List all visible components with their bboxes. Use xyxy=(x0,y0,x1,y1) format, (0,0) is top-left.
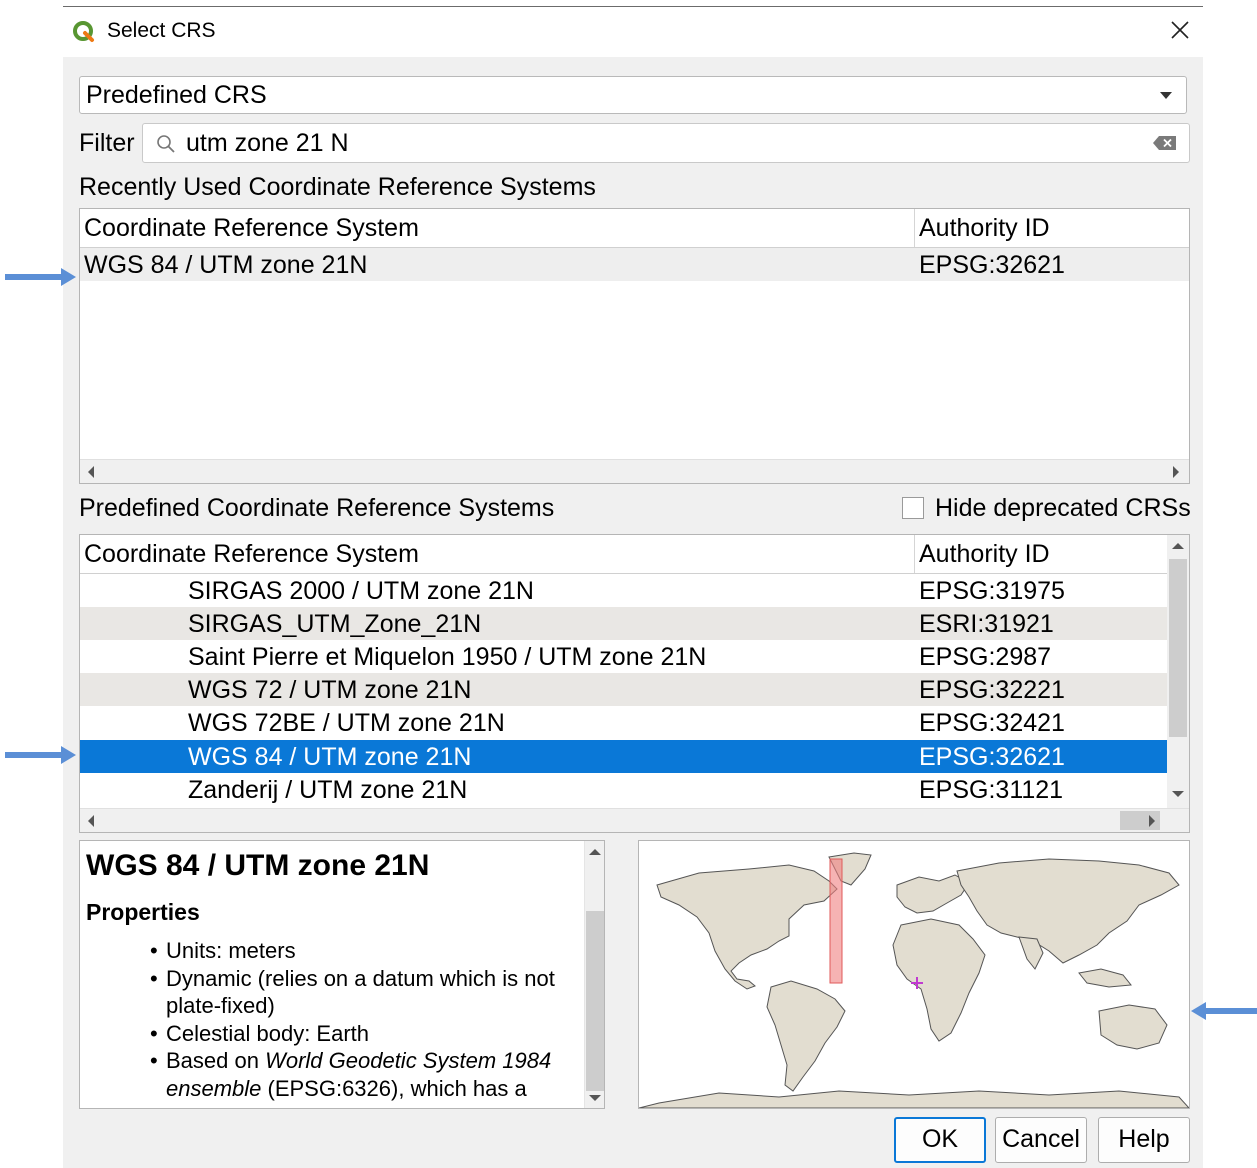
details-title: WGS 84 / UTM zone 21N xyxy=(86,849,430,882)
crs-extent-map xyxy=(638,840,1190,1109)
recent-crs-label: Recently Used Coordinate Reference Syste… xyxy=(79,173,596,201)
list-item: Dynamic (relies on a datum which is not … xyxy=(150,965,590,1020)
annotation-arrow xyxy=(5,268,76,286)
cancel-button[interactable]: Cancel xyxy=(995,1117,1087,1163)
column-divider xyxy=(914,535,915,573)
table-row[interactable]: Zanderij / UTM zone 21N EPSG:31121 xyxy=(80,773,1167,806)
australia-shape xyxy=(1098,1004,1168,1050)
select-crs-dialog: Select CRS Predefined CRS Filter utm zon… xyxy=(63,6,1203,1168)
column-crs[interactable]: Coordinate Reference System xyxy=(84,214,419,243)
crs-details-panel: WGS 84 / UTM zone 21N Properties Units: … xyxy=(79,840,605,1109)
horizontal-scrollbar[interactable] xyxy=(80,808,1189,832)
table-row-selected[interactable]: WGS 84 / UTM zone 21N EPSG:32621 xyxy=(80,740,1167,773)
scroll-right-icon[interactable] xyxy=(1173,466,1179,478)
table-header: Coordinate Reference System Authority ID xyxy=(80,209,1189,248)
crs-authority-id: EPSG:2987 xyxy=(919,643,1052,671)
chevron-down-icon xyxy=(1160,92,1172,99)
properties-list: Units: meters Dynamic (relies on a datum… xyxy=(150,937,590,1102)
filter-input[interactable]: utm zone 21 N xyxy=(142,123,1190,163)
filter-label: Filter xyxy=(79,129,135,157)
list-item: Units: meters xyxy=(150,937,590,965)
scrollbar-track[interactable] xyxy=(586,863,604,913)
crs-type-dropdown[interactable]: Predefined CRS xyxy=(79,76,1187,114)
search-icon xyxy=(157,135,175,153)
based-on-prefix: Based on xyxy=(166,1048,266,1073)
scroll-up-icon[interactable] xyxy=(589,849,601,855)
title-bar: Select CRS xyxy=(63,7,1203,57)
ok-button[interactable]: OK xyxy=(894,1117,986,1163)
scroll-up-icon[interactable] xyxy=(1172,543,1184,549)
scroll-right-icon[interactable] xyxy=(1149,815,1155,827)
annotation-arrow xyxy=(1191,1002,1257,1020)
crs-type-value: Predefined CRS xyxy=(86,81,267,109)
crs-authority-id: EPSG:31975 xyxy=(919,577,1065,605)
crs-name: SIRGAS 2000 / UTM zone 21N xyxy=(188,577,534,605)
vertical-scrollbar[interactable] xyxy=(1167,535,1189,808)
column-crs[interactable]: Coordinate Reference System xyxy=(84,540,419,569)
europe-shape xyxy=(896,874,970,914)
list-item: Celestial body: Earth xyxy=(150,1020,590,1048)
table-row[interactable]: WGS 72 / UTM zone 21N EPSG:32221 xyxy=(80,673,1167,706)
help-button[interactable]: Help xyxy=(1098,1117,1190,1163)
hide-deprecated-label[interactable]: Hide deprecated CRSs xyxy=(935,494,1191,523)
crs-authority-id: EPSG:32421 xyxy=(919,709,1065,737)
asia-shape xyxy=(956,858,1180,964)
column-authority-id[interactable]: Authority ID xyxy=(919,214,1050,243)
table-header: Coordinate Reference System Authority ID xyxy=(80,535,1167,574)
crs-authority-id: EPSG:32621 xyxy=(919,251,1065,279)
table-row[interactable]: WGS 72BE / UTM zone 21N EPSG:32421 xyxy=(80,706,1167,739)
crs-name: SIRGAS_UTM_Zone_21N xyxy=(188,610,482,638)
crs-name: Saint Pierre et Miquelon 1950 / UTM zone… xyxy=(188,643,707,671)
annotation-arrow xyxy=(5,746,76,764)
crs-authority-id: ESRI:31921 xyxy=(919,610,1054,638)
column-divider xyxy=(914,209,915,247)
crs-name: WGS 84 / UTM zone 21N xyxy=(84,251,368,279)
crs-extent-band xyxy=(829,858,843,984)
filter-value: utm zone 21 N xyxy=(186,129,349,157)
scroll-left-icon[interactable] xyxy=(88,466,94,478)
recent-crs-table: Coordinate Reference System Authority ID… xyxy=(79,208,1190,484)
column-authority-id[interactable]: Authority ID xyxy=(919,540,1050,569)
crs-name: Zanderij / UTM zone 21N xyxy=(188,776,468,804)
clear-icon[interactable] xyxy=(1153,135,1177,151)
north-america-shape xyxy=(656,864,838,990)
table-row[interactable]: Saint Pierre et Miquelon 1950 / UTM zone… xyxy=(80,640,1167,673)
table-row[interactable]: SIRGAS 2000 / UTM zone 21N EPSG:31975 xyxy=(80,574,1167,607)
qgis-logo-icon xyxy=(73,21,94,42)
world-map xyxy=(639,852,1189,1108)
list-item: Based on World Geodetic System 1984 ense… xyxy=(150,1047,590,1102)
predefined-crs-label: Predefined Coordinate Reference Systems xyxy=(79,494,555,522)
scroll-down-icon[interactable] xyxy=(1172,791,1184,797)
south-america-shape xyxy=(766,980,846,1092)
window-title: Select CRS xyxy=(107,19,216,42)
crs-authority-id: EPSG:32621 xyxy=(919,743,1065,771)
africa-shape xyxy=(892,918,986,1042)
hide-deprecated-checkbox[interactable] xyxy=(902,497,924,519)
crs-authority-id: EPSG:32221 xyxy=(919,676,1065,704)
horizontal-scrollbar[interactable] xyxy=(80,459,1189,483)
scrollbar-thumb[interactable] xyxy=(1169,559,1187,737)
predefined-crs-table: Coordinate Reference System Authority ID… xyxy=(79,534,1190,833)
table-row[interactable]: WGS 84 / UTM zone 21N EPSG:32621 xyxy=(80,248,1189,281)
crs-name: WGS 72 / UTM zone 21N xyxy=(188,676,472,704)
scrollbar-thumb[interactable] xyxy=(586,911,604,1091)
crs-name: WGS 84 / UTM zone 21N xyxy=(188,743,472,771)
properties-heading: Properties xyxy=(86,899,200,925)
vertical-scrollbar[interactable] xyxy=(584,841,604,1108)
scroll-down-icon[interactable] xyxy=(589,1095,601,1101)
table-row[interactable]: SIRGAS_UTM_Zone_21N ESRI:31921 xyxy=(80,607,1167,640)
antarctica-shape xyxy=(639,1090,1189,1108)
islands-shape xyxy=(1078,968,1132,988)
scroll-left-icon[interactable] xyxy=(88,815,94,827)
close-icon[interactable] xyxy=(1167,17,1193,43)
crs-name: WGS 72BE / UTM zone 21N xyxy=(188,709,505,737)
based-on-suffix: (EPSG:6326), which has a xyxy=(261,1075,527,1101)
crs-authority-id: EPSG:31121 xyxy=(919,776,1064,804)
